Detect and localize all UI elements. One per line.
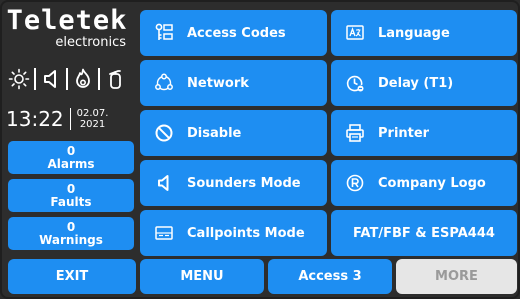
speaker-icon	[38, 66, 64, 92]
callpoints-mode-button[interactable]: Callpoints Mode	[140, 210, 327, 256]
disable-icon	[153, 122, 175, 144]
date-day-month: 02.07.	[76, 108, 109, 119]
menu-label: MENU	[180, 269, 224, 284]
menu-button[interactable]: MENU	[140, 259, 264, 294]
company-logo: Teletek electronics	[4, 6, 130, 52]
callpoints-mode-label: Callpoints Mode	[187, 225, 305, 241]
clock-icon	[344, 72, 366, 94]
warnings-count: 0	[66, 219, 76, 234]
fat-fbf-label: FAT/FBF & ESPA444	[353, 225, 495, 241]
date-year: 2021	[79, 119, 106, 130]
language-label: Language	[378, 25, 450, 41]
access-codes-label: Access Codes	[187, 25, 286, 41]
exit-button[interactable]: EXIT	[8, 259, 136, 294]
delay-t1-button[interactable]: Delay (T1)	[331, 60, 517, 106]
delay-label: Delay (T1)	[378, 75, 454, 91]
printer-label: Printer	[378, 125, 430, 141]
faults-count: 0	[66, 181, 76, 196]
access-codes-button[interactable]: Access Codes	[140, 10, 327, 56]
callpoint-icon	[153, 222, 175, 244]
alarms-label: Alarms	[47, 156, 95, 171]
alarms-counter[interactable]: 0 Alarms	[8, 141, 134, 174]
access-level-button[interactable]: Access 3	[268, 259, 392, 294]
alarms-count: 0	[66, 143, 76, 158]
date-time: 13:22 02.07. 2021	[6, 106, 130, 132]
company-logo-label: Company Logo	[378, 175, 486, 191]
fire-extinguisher-icon	[102, 66, 128, 92]
status-icon-bar	[6, 62, 128, 96]
clock-time: 13:22	[6, 107, 64, 131]
brand-subtitle: electronics	[55, 35, 126, 50]
warnings-counter[interactable]: 0 Warnings	[8, 217, 134, 250]
language-icon	[344, 22, 366, 44]
date-separator	[69, 108, 71, 130]
network-label: Network	[187, 75, 249, 91]
faults-counter[interactable]: 0 Faults	[8, 179, 134, 212]
status-separator	[66, 68, 68, 90]
status-separator	[98, 68, 100, 90]
warnings-label: Warnings	[39, 232, 103, 247]
sounders-mode-button[interactable]: Sounders Mode	[140, 160, 327, 206]
language-button[interactable]: Language	[331, 10, 517, 56]
date-display: 02.07. 2021	[77, 108, 109, 130]
status-separator	[34, 68, 36, 90]
speaker-icon	[153, 172, 175, 194]
sounders-mode-label: Sounders Mode	[187, 175, 301, 191]
sun-icon	[6, 66, 32, 92]
printer-icon	[344, 122, 366, 144]
company-logo-button[interactable]: Company Logo	[331, 160, 517, 206]
printer-button[interactable]: Printer	[331, 110, 517, 156]
more-label: MORE	[435, 269, 478, 284]
more-button[interactable]: MORE	[396, 259, 517, 294]
network-button[interactable]: Network	[140, 60, 327, 106]
access-level-label: Access 3	[298, 269, 362, 284]
disable-label: Disable	[187, 125, 242, 141]
flame-icon	[70, 66, 96, 92]
network-icon	[153, 72, 175, 94]
faults-label: Faults	[50, 194, 92, 209]
brand-name: Teletek	[6, 5, 128, 36]
disable-button[interactable]: Disable	[140, 110, 327, 156]
panel-screen: Teletek electronics 13:22 02.07. 2021 0 …	[0, 0, 520, 299]
key-list-icon	[153, 22, 175, 44]
fat-fbf-espa444-button[interactable]: FAT/FBF & ESPA444	[331, 210, 517, 256]
registered-icon	[344, 172, 366, 194]
exit-label: EXIT	[55, 269, 89, 284]
